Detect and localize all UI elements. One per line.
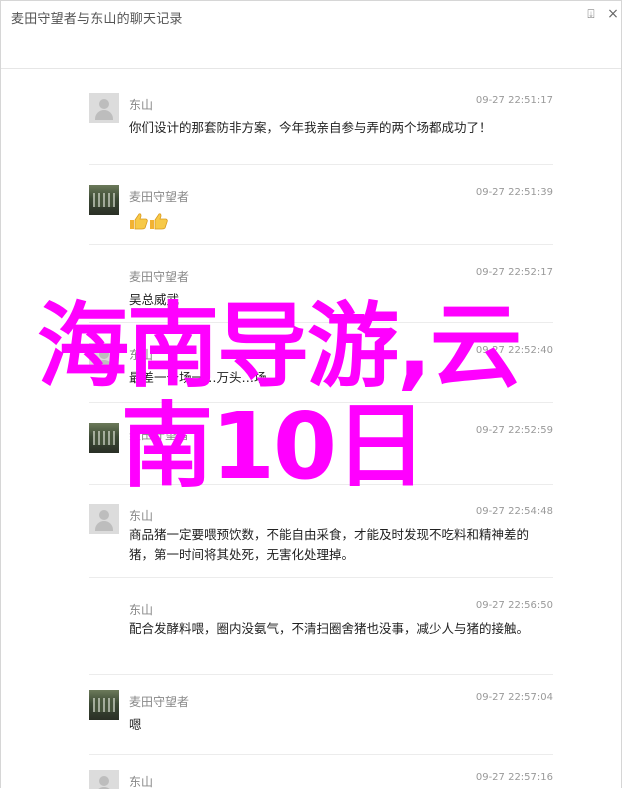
message-item: 麦田守望者 09-27 22:51:39	[89, 170, 553, 245]
thumbs-up-icon	[150, 212, 168, 229]
message-time: 09-27 22:54:48	[475, 506, 553, 517]
message-item: 麦田守望者 09-27 22:52:59	[89, 408, 553, 485]
sender-name: 麦田守望者	[129, 428, 190, 442]
message-text: 嗯	[129, 717, 142, 732]
avatar[interactable]	[89, 770, 119, 789]
message-time: 09-27 22:52:59	[475, 425, 553, 436]
message-item: 东山 09-27 22:52:40 最差一个场一…万头…场…	[89, 328, 553, 403]
sender-name: 东山	[129, 98, 154, 112]
message-item: 东山 09-27 22:57:16	[89, 755, 553, 789]
message-time: 09-27 22:56:50	[475, 600, 553, 611]
message-time: 09-27 22:52:40	[475, 345, 553, 356]
message-time: 09-27 22:51:39	[475, 187, 553, 198]
message-time: 09-27 22:57:04	[475, 692, 553, 703]
message-text: 你们设计的那套防非方案，今年我亲自参与弄的两个场都成功了！	[129, 120, 492, 135]
avatar[interactable]	[89, 690, 119, 720]
window-title: 麦田守望者与东山的聊天记录	[11, 12, 183, 27]
message-time: 09-27 22:52:17	[475, 267, 553, 278]
avatar[interactable]	[89, 423, 119, 453]
sender-name: 东山	[129, 603, 154, 617]
sender-name: 东山	[129, 509, 154, 523]
avatar[interactable]	[89, 504, 119, 534]
sender-name: 麦田守望者	[129, 190, 190, 204]
close-icon[interactable]: ×	[604, 6, 622, 22]
message-item: 麦田守望者 09-27 22:52:17 吴总威武	[89, 250, 553, 323]
message-item: 东山 09-27 22:56:50 配合发酵料喂，圈内没氨气，不清扫圈舍猪也没事…	[89, 583, 553, 675]
message-content	[129, 210, 529, 230]
avatar[interactable]	[89, 343, 119, 373]
message-time: 09-27 22:57:16	[475, 772, 553, 783]
avatar[interactable]	[89, 93, 119, 123]
message-text: 吴总威武	[129, 292, 180, 307]
title-bar: 麦田守望者与东山的聊天记录 ⍗ ×	[1, 1, 621, 69]
sender-name: 东山	[129, 348, 154, 362]
sender-name: 东山	[129, 775, 154, 789]
message-text: 商品猪一定要喂预饮数，不能自由采食，才能及时发现不吃料和精神差的猪，第一时间将其…	[129, 527, 530, 562]
message-item: 东山 09-27 22:54:48 商品猪一定要喂预饮数，不能自由采食，才能及时…	[89, 489, 553, 578]
message-item: 东山 09-27 22:51:17 你们设计的那套防非方案，今年我亲自参与弄的两…	[89, 78, 553, 165]
chat-window: 麦田守望者与东山的聊天记录 ⍗ × 东山 09-27 22:51:17 你们设计…	[0, 0, 622, 789]
pin-icon[interactable]: ⍗	[582, 6, 600, 22]
message-text: 配合发酵料喂，圈内没氨气，不清扫圈舍猪也没事，减少人与猪的接触。	[129, 621, 530, 636]
message-time: 09-27 22:51:17	[475, 95, 553, 106]
sender-name: 麦田守望者	[129, 695, 190, 709]
avatar[interactable]	[89, 185, 119, 215]
sender-name: 麦田守望者	[129, 270, 190, 284]
message-text: 最差一个场一…万头…场…	[129, 370, 280, 385]
message-item: 麦田守望者 09-27 22:57:04 嗯	[89, 675, 553, 755]
thumbs-up-icon	[130, 212, 148, 229]
message-list[interactable]: 东山 09-27 22:51:17 你们设计的那套防非方案，今年我亲自参与弄的两…	[1, 69, 621, 789]
